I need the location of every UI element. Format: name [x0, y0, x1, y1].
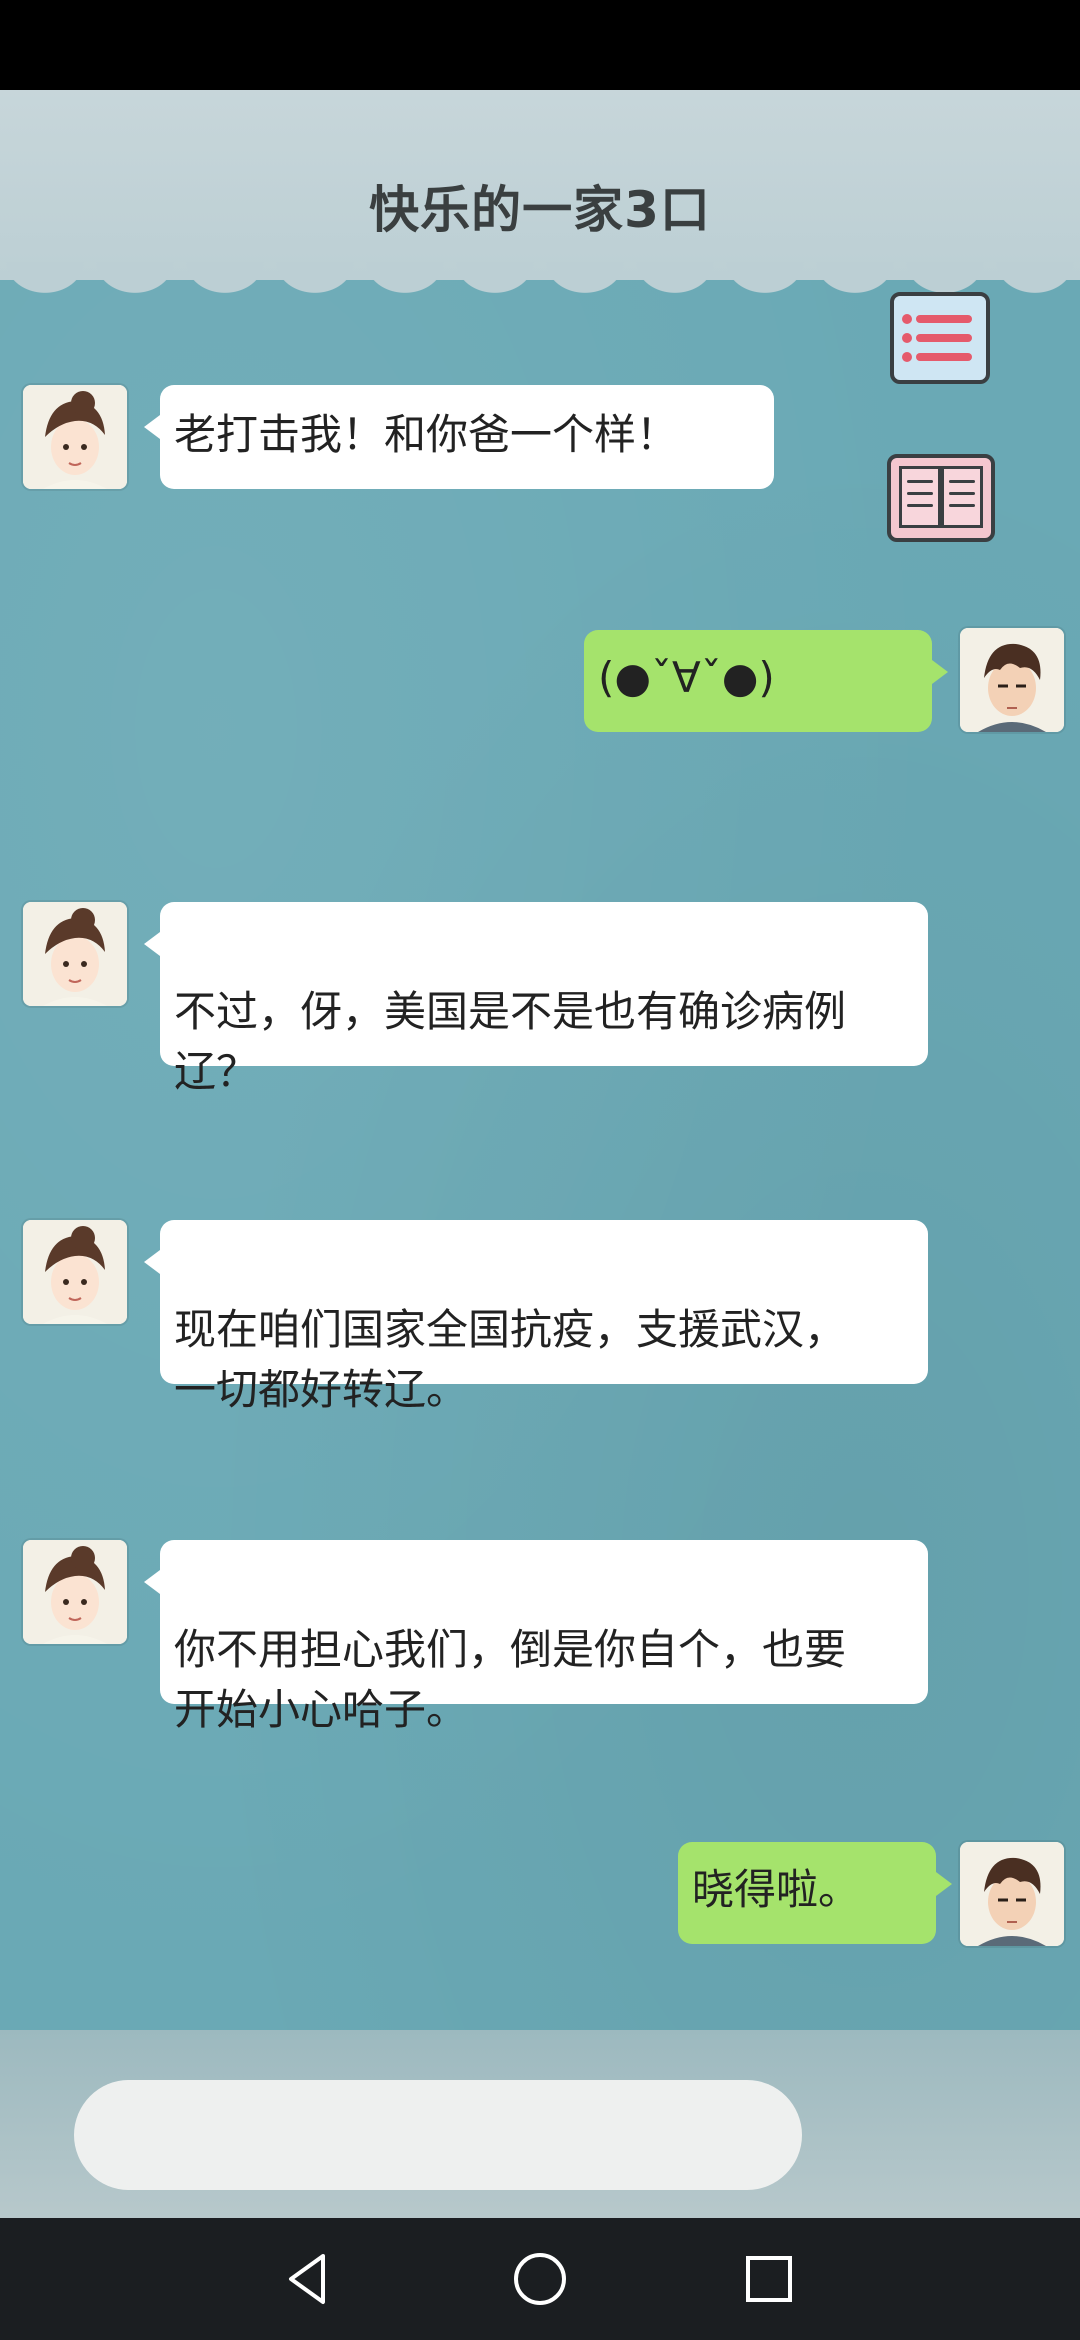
chat-title: 快乐的一家3口	[369, 181, 711, 239]
mom-avatar[interactable]	[23, 1540, 127, 1644]
home-circle-icon[interactable]	[507, 2246, 573, 2312]
message-bubble: 不过，伢，美国是不是也有确诊病例 辽？	[144, 902, 928, 1096]
book-icon[interactable]	[887, 454, 995, 542]
mom-avatar[interactable]	[23, 902, 127, 1006]
message-text: 现在咱们国家全国抗疫，支援武汉， 一切都好转辽。	[174, 1305, 847, 1414]
back-triangle-icon[interactable]	[275, 2246, 341, 2312]
message-text: 你不用担心我们，倒是你自个，也要 开始小心哈子。	[174, 1625, 847, 1734]
message-input[interactable]	[74, 2080, 802, 2190]
message-text: 不过，伢，美国是不是也有确诊病例 辽？	[174, 987, 847, 1096]
list-menu-icon[interactable]	[890, 292, 990, 384]
mom-avatar[interactable]	[23, 385, 127, 489]
message-bubble: 老打击我！和你爸一个样！	[144, 385, 774, 489]
message-bubble: 你不用担心我们，倒是你自个，也要 开始小心哈子。	[144, 1540, 928, 1734]
status-bar	[0, 0, 1080, 90]
message-bubble: 晓得啦。	[678, 1842, 952, 1944]
message-text: (●ˇ∀ˇ●)	[598, 653, 775, 702]
system-nav-bar	[0, 2218, 1080, 2340]
message-bubble: 现在咱们国家全国抗疫，支援武汉， 一切都好转辽。	[144, 1220, 928, 1414]
chat-screen: 快乐的一家3口 老打击我！和你爸一个样！ (●ˇ∀ˇ●) 不过，伢，美国是不是也…	[0, 90, 1080, 2218]
message-bubble: (●ˇ∀ˇ●)	[584, 630, 948, 732]
son-avatar[interactable]	[960, 628, 1064, 732]
son-avatar[interactable]	[960, 1842, 1064, 1946]
message-text: 晓得啦。	[692, 1865, 861, 1914]
chat-header: 快乐的一家3口	[0, 90, 1080, 298]
mom-avatar[interactable]	[23, 1220, 127, 1324]
message-text: 老打击我！和你爸一个样！	[174, 410, 679, 459]
recents-square-icon[interactable]	[736, 2246, 802, 2312]
